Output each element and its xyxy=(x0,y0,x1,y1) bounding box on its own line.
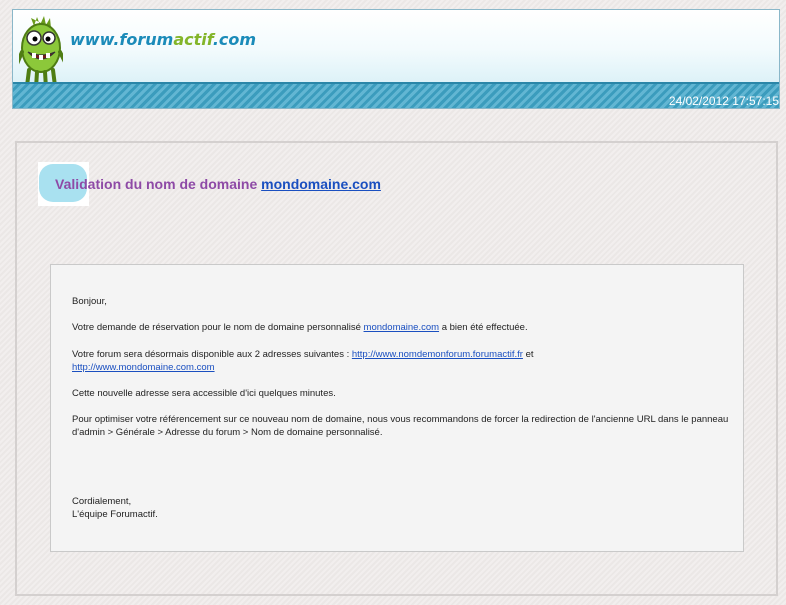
message-signature: Cordialement, L'équipe Forumactif. xyxy=(72,495,158,521)
reservation-domain-link[interactable]: mondomaine.com xyxy=(364,322,440,333)
site-name-suffix: .com xyxy=(212,30,257,49)
message-accessible: Cette nouvelle adresse sera accessible d… xyxy=(72,388,336,399)
reservation-text-before: Votre demande de réservation pour le nom… xyxy=(72,322,361,333)
message-reservation: Votre demande de réservation pour le nom… xyxy=(72,321,528,334)
addresses-and: et xyxy=(525,349,534,360)
page-title-text: Validation du nom de domaine xyxy=(55,176,258,192)
addresses-text-before: Votre forum sera désormais disponible au… xyxy=(72,349,350,360)
site-name-mid: actif xyxy=(173,30,213,49)
closing-text: Cordialement, xyxy=(72,496,132,507)
site-name-prefix: www.forum xyxy=(70,30,174,49)
forumactif-address-link[interactable]: http://www.nomdemonforum.forumactif.fr xyxy=(352,349,523,360)
header-datetime: 24/02/2012 17:57:15 xyxy=(668,94,779,108)
title-domain-link[interactable]: mondomaine.com xyxy=(261,176,381,192)
signature-text: L'équipe Forumactif. xyxy=(72,509,158,520)
reservation-text-after: a bien été effectuée. xyxy=(441,322,528,333)
message-seo: Pour optimiser votre référencement sur c… xyxy=(72,414,729,438)
monster-mascot-logo xyxy=(19,16,63,90)
custom-domain-address-link[interactable]: http://www.mondomaine.com.com xyxy=(72,362,215,373)
message-addresses: Votre forum sera désormais disponible au… xyxy=(72,348,732,374)
site-header: www.forumactif.com 24/02/2012 17:57:15 xyxy=(12,9,780,109)
header-band xyxy=(13,82,779,108)
message-greeting: Bonjour, xyxy=(72,296,107,307)
site-name: www.forumactif.com xyxy=(70,30,256,49)
message-box: Bonjour, Votre demande de réservation po… xyxy=(50,264,744,552)
page-title: Validation du nom de domaine mondomaine.… xyxy=(55,176,381,192)
